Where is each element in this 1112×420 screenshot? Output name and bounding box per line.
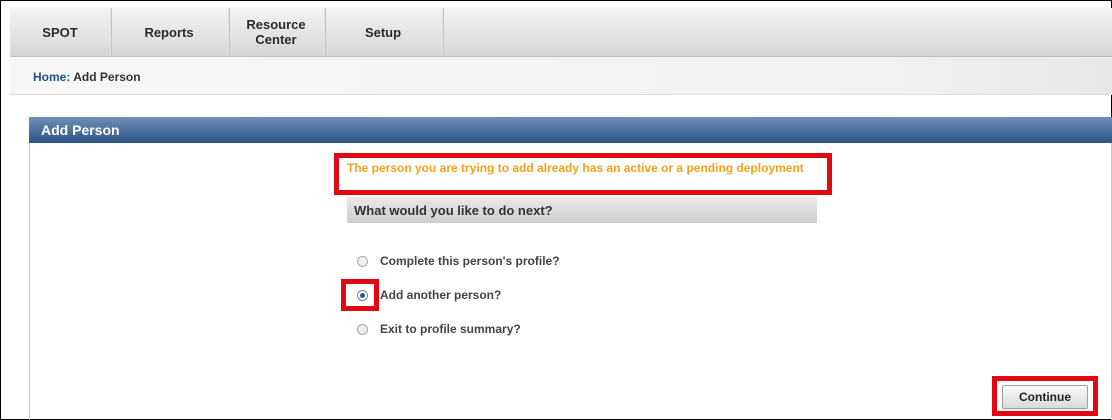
highlight-selected-radio — [341, 279, 379, 311]
nav-reports[interactable]: Reports — [110, 8, 229, 56]
breadcrumb-home-link[interactable]: Home — [33, 70, 66, 84]
breadcrumb-bar: Home: Add Person — [10, 57, 1112, 95]
nav-resource-label-line1: Resource — [246, 17, 306, 32]
top-nav: SPOT Reports Resource Center Setup — [10, 8, 1112, 57]
nav-spot-label: SPOT — [42, 24, 78, 40]
highlight-continue-button — [992, 376, 1098, 416]
option-exit-summary[interactable]: Exit to profile summary? — [357, 322, 521, 336]
highlight-warning — [334, 153, 832, 195]
question-header: What would you like to do next? — [347, 197, 817, 223]
nav-resource-label-line2: Center — [255, 32, 297, 47]
breadcrumb-current: Add Person — [70, 70, 141, 84]
question-title: What would you like to do next? — [354, 203, 553, 218]
breadcrumb: Home: Add Person — [33, 70, 141, 84]
panel-header: Add Person — [29, 117, 1112, 143]
option-exit-summary-label: Exit to profile summary? — [380, 322, 521, 336]
nav-resource-center[interactable]: Resource Center — [228, 8, 325, 56]
radio-complete-profile[interactable] — [357, 255, 368, 267]
nav-setup-label: Setup — [364, 24, 402, 40]
option-complete-profile-label: Complete this person's profile? — [380, 254, 560, 268]
nav-resource-center-label: Resource Center — [246, 17, 305, 47]
nav-spot[interactable]: SPOT — [10, 8, 111, 56]
nav-reports-label: Reports — [144, 24, 194, 40]
radio-exit-summary[interactable] — [357, 323, 368, 335]
nav-setup[interactable]: Setup — [324, 8, 443, 56]
panel-title: Add Person — [41, 122, 120, 138]
option-complete-profile[interactable]: Complete this person's profile? — [357, 254, 560, 268]
option-add-another-label: Add another person? — [380, 288, 502, 302]
